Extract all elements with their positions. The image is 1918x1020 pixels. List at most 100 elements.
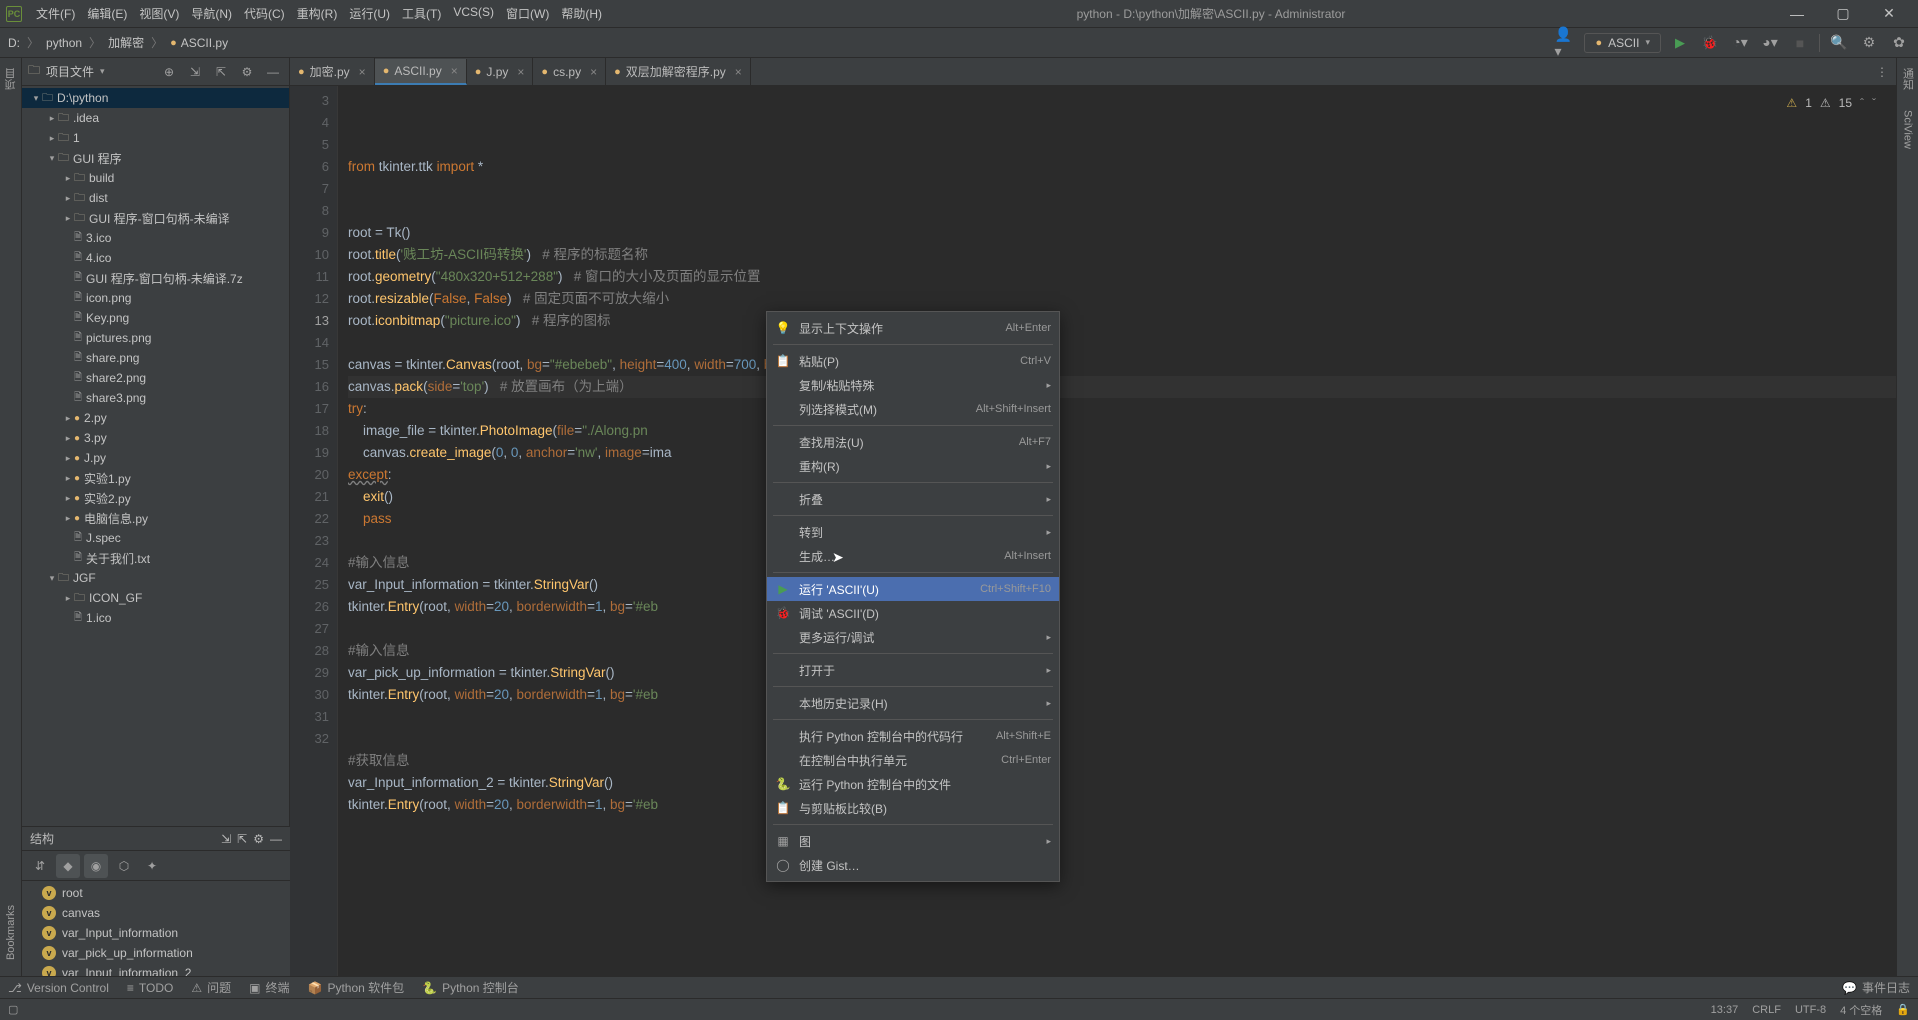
- tree-row[interactable]: 🗎关于我们.txt: [22, 548, 289, 568]
- coverage-button[interactable]: ◔▾: [1729, 32, 1751, 54]
- tree-arrow-icon[interactable]: ▸: [62, 193, 74, 204]
- context-menu-item[interactable]: 复制/粘贴特殊▸: [767, 373, 1059, 397]
- editor-tab[interactable]: ●J.py×: [467, 58, 534, 86]
- menu-item[interactable]: 窗口(W): [500, 5, 555, 22]
- notifications-tool-tab[interactable]: 通知: [1900, 62, 1916, 96]
- context-menu-item[interactable]: 重构(R)▸: [767, 454, 1059, 478]
- chevron-down-icon[interactable]: ▾: [100, 66, 105, 77]
- context-menu-item[interactable]: 执行 Python 控制台中的代码行Alt+Shift+E: [767, 724, 1059, 748]
- tree-row[interactable]: ▸●实验2.py: [22, 488, 289, 508]
- structure-item[interactable]: vcanvas: [22, 903, 290, 923]
- tree-row[interactable]: 🗎icon.png: [22, 288, 289, 308]
- filter-icon-1[interactable]: ◆: [56, 854, 80, 878]
- collapse-icon[interactable]: ⇱: [237, 832, 247, 846]
- run-button[interactable]: ▶: [1669, 32, 1691, 54]
- context-menu-item[interactable]: 查找用法(U)Alt+F7: [767, 430, 1059, 454]
- tabs-overflow-icon[interactable]: ⋮: [1868, 65, 1896, 79]
- menu-item[interactable]: 导航(N): [185, 5, 238, 22]
- context-menu-item[interactable]: 打开于▸: [767, 658, 1059, 682]
- stop-button[interactable]: ■: [1789, 32, 1811, 54]
- filter-icon-3[interactable]: ⬡: [112, 854, 136, 878]
- tree-row[interactable]: ▸🗀ICON_GF: [22, 588, 289, 608]
- file-encoding[interactable]: UTF-8: [1795, 1004, 1826, 1016]
- context-menu-item[interactable]: 📋粘贴(P)Ctrl+V: [767, 349, 1059, 373]
- code-editor[interactable]: ⚠ 1 ⚠ 15 ˆ ˇ from tkinter.ttk import *ro…: [338, 86, 1896, 976]
- tree-row[interactable]: 🗎3.ico: [22, 228, 289, 248]
- tree-arrow-icon[interactable]: ▸: [62, 593, 74, 604]
- tree-row[interactable]: 🗎share.png: [22, 348, 289, 368]
- gear-icon[interactable]: ✿: [1888, 32, 1910, 54]
- structure-item[interactable]: vvar_Input_information_2: [22, 963, 290, 976]
- run-config-selector[interactable]: ● ASCII ▾: [1584, 33, 1661, 53]
- close-button[interactable]: ✕: [1866, 0, 1912, 28]
- tree-row[interactable]: ▸●实验1.py: [22, 468, 289, 488]
- readonly-lock-icon[interactable]: 🔒: [1896, 1003, 1910, 1016]
- tree-row[interactable]: 🗎1.ico: [22, 608, 289, 628]
- menu-item[interactable]: 重构(R): [291, 5, 344, 22]
- minimize-button[interactable]: —: [1774, 0, 1820, 28]
- context-menu-item[interactable]: 🐞调试 'ASCII'(D): [767, 601, 1059, 625]
- tree-arrow-icon[interactable]: ▾: [30, 93, 42, 104]
- structure-title[interactable]: 结构: [30, 830, 54, 847]
- structure-item[interactable]: vroot: [22, 883, 290, 903]
- structure-item[interactable]: vvar_pick_up_information: [22, 943, 290, 963]
- menu-item[interactable]: 文件(F): [30, 5, 81, 22]
- tree-arrow-icon[interactable]: ▸: [62, 513, 74, 524]
- bottom-tool-button[interactable]: ≡TODO: [127, 979, 173, 996]
- project-tree[interactable]: ▾🗀D:\python▸🗀.idea▸🗀1▾🗀GUI 程序▸🗀build▸🗀di…: [22, 86, 289, 826]
- tree-row[interactable]: ▾🗀GUI 程序: [22, 148, 289, 168]
- context-menu-item[interactable]: ▶运行 'ASCII'(U)Ctrl+Shift+F10: [767, 577, 1059, 601]
- tree-arrow-icon[interactable]: ▸: [62, 453, 74, 464]
- structure-item[interactable]: vvar_Input_information: [22, 923, 290, 943]
- context-menu-item[interactable]: ▦图▸: [767, 829, 1059, 853]
- breadcrumb-file[interactable]: ASCII.py: [181, 36, 228, 50]
- editor-tab[interactable]: ●加密.py×: [290, 58, 375, 86]
- chevron-icon[interactable]: ˇ: [1872, 92, 1876, 114]
- project-tool-tab[interactable]: 项目: [3, 62, 19, 96]
- menu-item[interactable]: VCS(S): [447, 5, 500, 22]
- context-menu-item[interactable]: 折叠▸: [767, 487, 1059, 511]
- structure-list[interactable]: vrootvcanvasvvar_Input_informationvvar_p…: [22, 881, 290, 976]
- tree-arrow-icon[interactable]: ▸: [62, 413, 74, 424]
- tree-row[interactable]: 🗎GUI 程序-窗口句柄-未编译.7z: [22, 268, 289, 288]
- context-menu-item[interactable]: 📋与剪贴板比较(B): [767, 796, 1059, 820]
- context-menu-item[interactable]: 更多运行/调试▸: [767, 625, 1059, 649]
- context-menu-item[interactable]: 🐍运行 Python 控制台中的文件: [767, 772, 1059, 796]
- tree-row[interactable]: ▸🗀GUI 程序-窗口句柄-未编译: [22, 208, 289, 228]
- menu-item[interactable]: 编辑(E): [81, 5, 133, 22]
- editor-tab[interactable]: ●双层加解密程序.py×: [606, 58, 751, 86]
- tree-row[interactable]: 🗎Key.png: [22, 308, 289, 328]
- tree-row[interactable]: ▾🗀D:\python: [22, 88, 289, 108]
- tree-arrow-icon[interactable]: ▸: [62, 213, 74, 224]
- search-icon[interactable]: 🔍: [1828, 32, 1850, 54]
- tree-row[interactable]: ▾🗀JGF: [22, 568, 289, 588]
- tree-arrow-icon[interactable]: ▸: [46, 133, 58, 144]
- context-menu-item[interactable]: 在控制台中执行单元Ctrl+Enter: [767, 748, 1059, 772]
- line-separator[interactable]: CRLF: [1752, 1004, 1781, 1016]
- hide-panel-icon[interactable]: —: [263, 65, 283, 79]
- tree-arrow-icon[interactable]: ▸: [62, 493, 74, 504]
- event-log-button[interactable]: 💬事件日志: [1842, 979, 1910, 996]
- close-tab-icon[interactable]: ×: [590, 65, 597, 79]
- bottom-tool-button[interactable]: 📦Python 软件包: [307, 979, 404, 996]
- menu-item[interactable]: 工具(T): [396, 5, 447, 22]
- breadcrumb-part[interactable]: 加解密: [108, 34, 144, 51]
- breadcrumb-drive[interactable]: D:: [8, 36, 20, 50]
- locate-icon[interactable]: ⊕: [159, 65, 179, 79]
- context-menu-item[interactable]: 列选择模式(M)Alt+Shift+Insert: [767, 397, 1059, 421]
- tree-arrow-icon[interactable]: ▸: [46, 113, 58, 124]
- tree-row[interactable]: ▸●电脑信息.py: [22, 508, 289, 528]
- close-tab-icon[interactable]: ×: [451, 64, 458, 78]
- bookmarks-tool-tab[interactable]: Bookmarks: [5, 899, 17, 966]
- close-tab-icon[interactable]: ×: [517, 65, 524, 79]
- menu-item[interactable]: 运行(U): [343, 5, 396, 22]
- chevron-icon[interactable]: ˆ: [1860, 92, 1864, 114]
- tree-row[interactable]: ▸🗀1: [22, 128, 289, 148]
- tree-row[interactable]: 🗎4.ico: [22, 248, 289, 268]
- bottom-tool-button[interactable]: ▣终端: [249, 979, 289, 996]
- sort-icon[interactable]: ⇵: [28, 854, 52, 878]
- project-title[interactable]: 项目文件: [46, 63, 94, 80]
- gear-icon[interactable]: ⚙: [253, 832, 264, 846]
- expand-icon[interactable]: ⇲: [221, 832, 231, 846]
- tree-row[interactable]: ▸🗀.idea: [22, 108, 289, 128]
